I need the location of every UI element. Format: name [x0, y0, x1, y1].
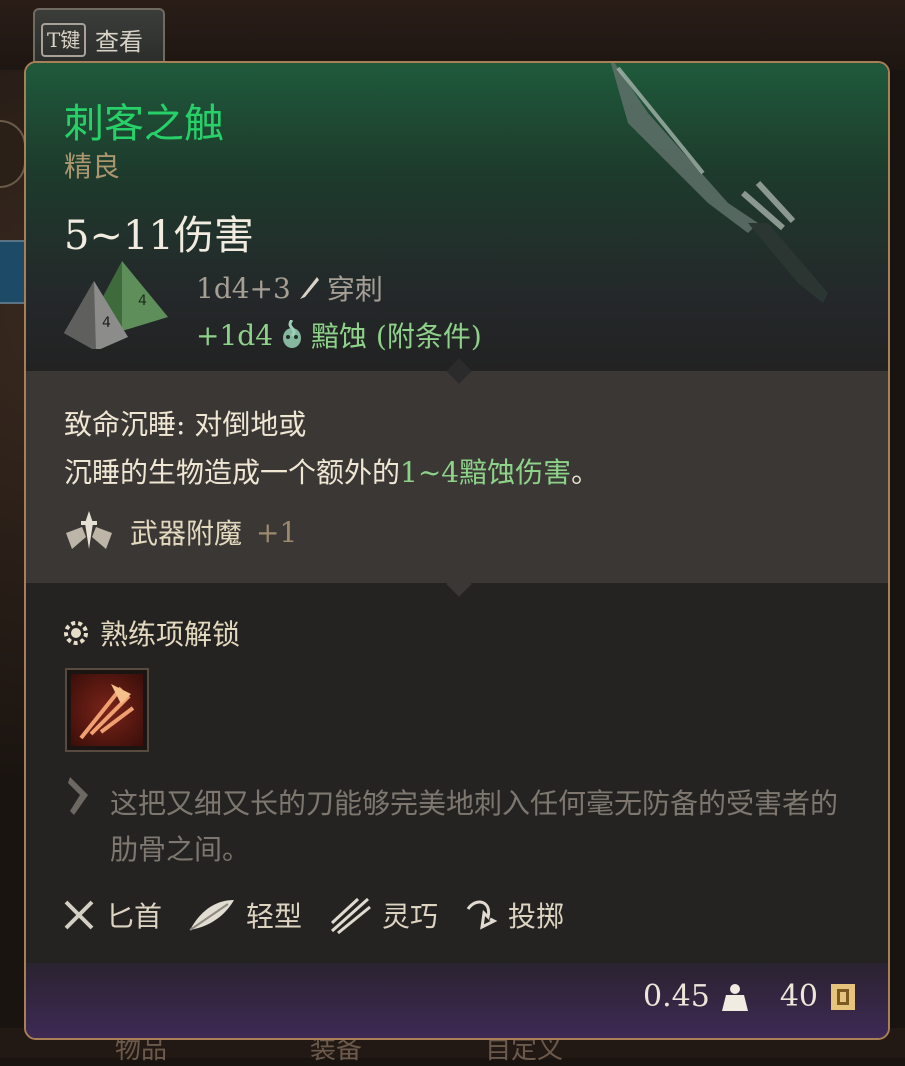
- property-thrown[interactable]: 投掷: [464, 895, 564, 935]
- gold-coin-icon: [831, 983, 855, 1010]
- passive-text-b: 沉睡的生物造成一个额外的: [64, 456, 401, 489]
- passive-description: 致命沉睡: 对倒地或 沉睡的生物造成一个额外的1~4黯蚀伤害。: [64, 401, 864, 497]
- damage-line-necrotic: +1d4 黯蚀 (附条件): [196, 315, 482, 355]
- property-label: 灵巧: [382, 900, 439, 933]
- throw-icon: [466, 900, 498, 930]
- enchantment-value: +1: [256, 515, 298, 549]
- necrotic-skull-icon: [283, 320, 302, 348]
- keybind-badge: T键: [41, 23, 87, 57]
- feather-icon: [189, 900, 235, 931]
- inspect-tab[interactable]: T键 查看: [33, 8, 165, 68]
- price-value: 40: [779, 979, 818, 1014]
- item-rarity: 精良: [64, 150, 121, 183]
- dice-icon: 4 4: [64, 261, 168, 349]
- damage-type-2: 黯蚀 (附条件): [311, 320, 482, 353]
- passive-text-a: 对倒地或: [185, 408, 307, 441]
- damage-type-1: 穿刺: [326, 273, 383, 306]
- inspect-label: 查看: [95, 28, 143, 56]
- property-label: 轻型: [246, 900, 303, 933]
- weight-icon: [721, 983, 748, 1011]
- damage-line-piercing: 1d4+3 穿刺: [196, 268, 383, 308]
- enchantment-row: 武器附魔 +1: [62, 509, 297, 555]
- flavor-text: 这把又细又长的刀能够完美地刺入任何毫无防备的受害者的肋骨之间。: [110, 787, 839, 866]
- svg-text:4: 4: [138, 293, 147, 309]
- item-name: 刺客之触: [64, 101, 224, 147]
- skill-slot[interactable]: [65, 668, 149, 752]
- enchantment-label: 武器附魔: [130, 517, 243, 550]
- property-label: 匕首: [106, 900, 163, 933]
- passive-highlight: 1~4黯蚀伤害: [400, 456, 572, 489]
- svg-text:4: 4: [102, 315, 111, 331]
- weapon-enchant-icon: [66, 511, 112, 549]
- proficiency-row: 熟练项解锁: [62, 613, 240, 653]
- proficiency-label: 熟练项解锁: [100, 618, 241, 651]
- left-panel-tab[interactable]: [0, 240, 24, 304]
- proficiency-gear-icon: [64, 621, 88, 645]
- finesse-icon: [331, 897, 371, 935]
- passive-text-c: 。: [571, 456, 600, 489]
- damage-dice-1: 1d4+3: [196, 271, 291, 305]
- weight-price-row: 0.45 40: [643, 979, 858, 1014]
- quote-scroll-icon: [68, 777, 88, 815]
- damage-dice-2: +1d4: [196, 318, 274, 352]
- passive-name: 致命沉睡:: [64, 408, 186, 441]
- piercing-strike-skill-icon: [71, 674, 143, 746]
- item-tooltip: 刺客之触 精良 5~11伤害 4 4 1d4+3 穿刺 +1d4 黯蚀 (附条件…: [24, 61, 890, 1040]
- piercing-icon: [299, 277, 319, 299]
- weight-value: 0.45: [643, 979, 710, 1014]
- property-label: 投掷: [508, 900, 565, 933]
- property-finesse[interactable]: 灵巧: [328, 895, 438, 935]
- dagger-item-image: [610, 63, 828, 303]
- property-light[interactable]: 轻型: [188, 895, 302, 935]
- damage-total: 5~11伤害: [64, 213, 254, 259]
- crossed-daggers-icon: [64, 900, 94, 930]
- property-dagger[interactable]: 匕首: [62, 895, 162, 935]
- weapon-properties: 匕首 轻型 灵巧 投掷: [62, 895, 590, 935]
